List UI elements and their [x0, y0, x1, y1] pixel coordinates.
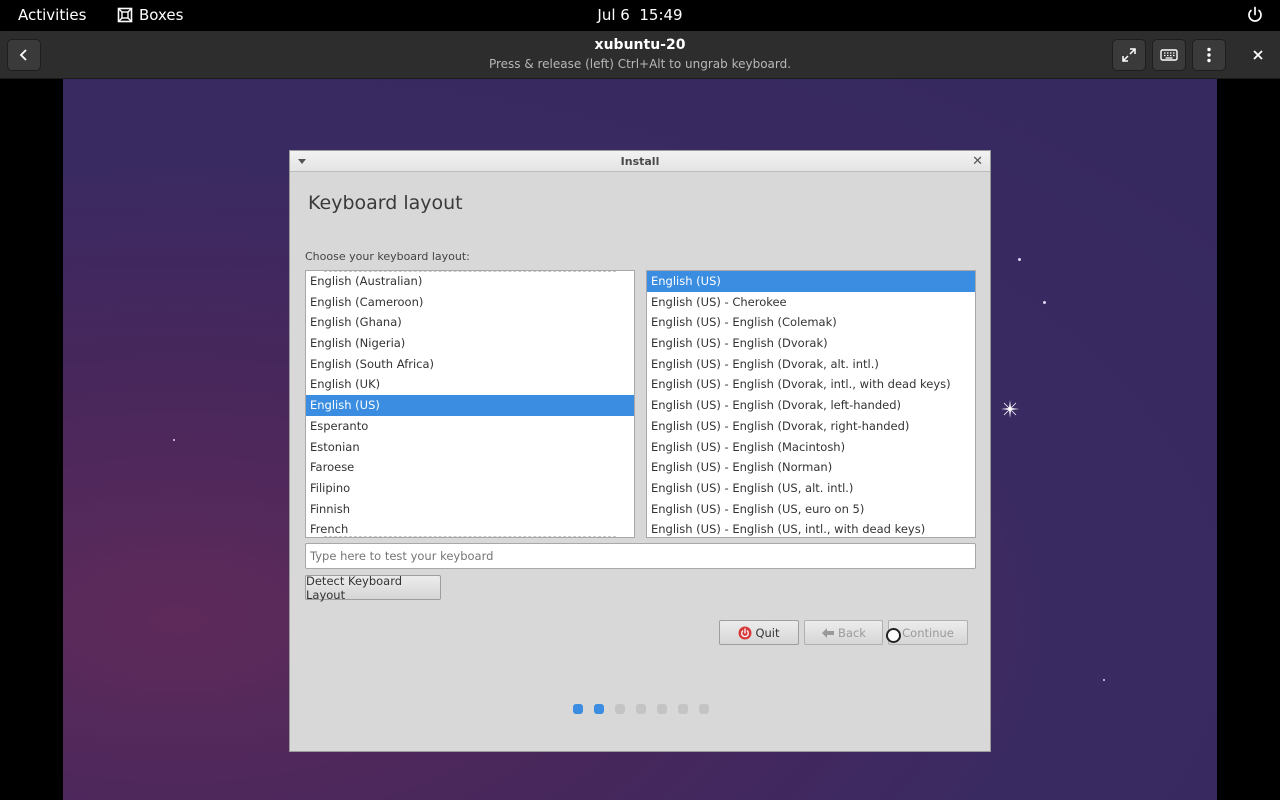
boxes-header-bar: xubuntu-20 Press & release (left) Ctrl+A…	[0, 31, 1280, 79]
keyboard-icon	[1160, 49, 1178, 61]
variant-list-item[interactable]: English (US) - English (Dvorak, alt. int…	[647, 354, 975, 375]
layout-list-item[interactable]: Esperanto	[306, 416, 634, 437]
boxes-icon	[117, 7, 133, 23]
kebab-menu-icon	[1207, 47, 1211, 63]
continue-label: Continue	[902, 625, 954, 640]
sparkle-star	[1001, 400, 1019, 418]
variant-list-item[interactable]: English (US) - English (Dvorak, right-ha…	[647, 416, 975, 437]
quit-button[interactable]: Quit	[719, 620, 799, 645]
progress-dot	[657, 704, 667, 714]
menu-button[interactable]	[1192, 39, 1226, 71]
layout-list-item[interactable]: English (UK)	[306, 374, 634, 395]
window-title: Install	[620, 155, 660, 168]
layout-list-item[interactable]: English (US)	[306, 395, 634, 416]
clock-date: Jul 6	[597, 6, 630, 24]
keyboard-button[interactable]	[1152, 39, 1186, 71]
layout-list-item[interactable]: Estonian	[306, 437, 634, 458]
vm-title: xubuntu-20	[594, 37, 686, 53]
star	[1043, 301, 1046, 304]
variant-list-item[interactable]: English (US) - English (US, intl., with …	[647, 519, 975, 537]
detect-layout-label: Detect Keyboard Layout	[306, 573, 403, 602]
clock[interactable]: Jul 6 15:49	[597, 6, 682, 24]
app-menu[interactable]: Boxes	[117, 6, 183, 24]
back-nav-button[interactable]: Back	[804, 620, 883, 645]
quit-icon	[738, 626, 752, 639]
list-top-edge	[324, 271, 616, 272]
progress-dot	[678, 704, 688, 714]
progress-dot	[615, 704, 625, 714]
progress-dot	[573, 704, 583, 714]
activities-button[interactable]: Activities	[18, 6, 86, 24]
arrow-left-icon	[822, 627, 835, 638]
variant-list-item[interactable]: English (US) - English (Colemak)	[647, 312, 975, 333]
layout-list[interactable]: English (Australian) English (Cameroon) En…	[305, 270, 635, 538]
variant-list-item[interactable]: English (US) - English (Dvorak, left-han…	[647, 395, 975, 416]
page-title: Keyboard layout	[308, 192, 463, 214]
detect-layout-button[interactable]: Detect Keyboard Layout	[305, 573, 441, 602]
progress-dot	[699, 704, 709, 714]
gnome-top-bar: Activities Boxes Jul 6 15:49	[0, 0, 1280, 31]
layout-list-item[interactable]: English (Cameroon)	[306, 292, 634, 313]
keyboard-test-input[interactable]	[305, 543, 976, 569]
window-titlebar[interactable]: Install ✕	[290, 151, 990, 172]
progress-dots	[573, 704, 709, 714]
layout-list-item[interactable]: Faroese	[306, 457, 634, 478]
vm-subtitle: Press & release (left) Ctrl+Alt to ungra…	[488, 57, 792, 71]
star	[1103, 679, 1105, 681]
variant-list-item[interactable]: English (US) - English (US, euro on 5)	[647, 499, 975, 520]
clock-time: 15:49	[639, 6, 683, 24]
progress-dot	[594, 704, 604, 714]
progress-dot	[636, 704, 646, 714]
variant-list-item[interactable]: English (US) - English (Dvorak)	[647, 333, 975, 354]
window-close-icon[interactable]: ✕	[972, 151, 983, 172]
variant-list-item[interactable]: English (US)	[647, 271, 975, 292]
mouse-cursor	[886, 628, 901, 643]
variant-list-item[interactable]: English (US) - English (Norman)	[647, 457, 975, 478]
power-icon[interactable]	[1244, 4, 1266, 26]
app-menu-label: Boxes	[139, 6, 184, 24]
fullscreen-button[interactable]	[1112, 39, 1146, 71]
list-bottom-edge	[324, 536, 616, 537]
close-icon	[1253, 50, 1263, 60]
variant-list-item[interactable]: English (US) - English (Dvorak, intl., w…	[647, 374, 975, 395]
fullscreen-icon	[1122, 48, 1136, 62]
window-menu-icon[interactable]	[298, 159, 306, 164]
star	[1018, 258, 1021, 261]
layout-list-item[interactable]: English (Australian)	[306, 271, 634, 292]
layout-list-item[interactable]: English (South Africa)	[306, 354, 634, 375]
back-label: Back	[838, 625, 866, 640]
star	[173, 439, 175, 441]
layout-list-item[interactable]: Filipino	[306, 478, 634, 499]
layout-list-item[interactable]: Finnish	[306, 499, 634, 520]
variant-list[interactable]: English (US) English (US) - Cherokee Engli…	[646, 270, 976, 538]
installer-window: Install ✕ Keyboard layout Choose your ke…	[289, 150, 991, 752]
choose-layout-label: Choose your keyboard layout:	[305, 250, 470, 263]
layout-list-item[interactable]: English (Ghana)	[306, 312, 634, 333]
layout-list-item[interactable]: English (Nigeria)	[306, 333, 634, 354]
quit-label: Quit	[755, 625, 780, 640]
variant-list-item[interactable]: English (US) - English (Macintosh)	[647, 437, 975, 458]
variant-list-item[interactable]: English (US) - Cherokee	[647, 292, 975, 313]
close-button[interactable]	[1248, 45, 1268, 65]
variant-list-item[interactable]: English (US) - English (US, alt. intl.)	[647, 478, 975, 499]
